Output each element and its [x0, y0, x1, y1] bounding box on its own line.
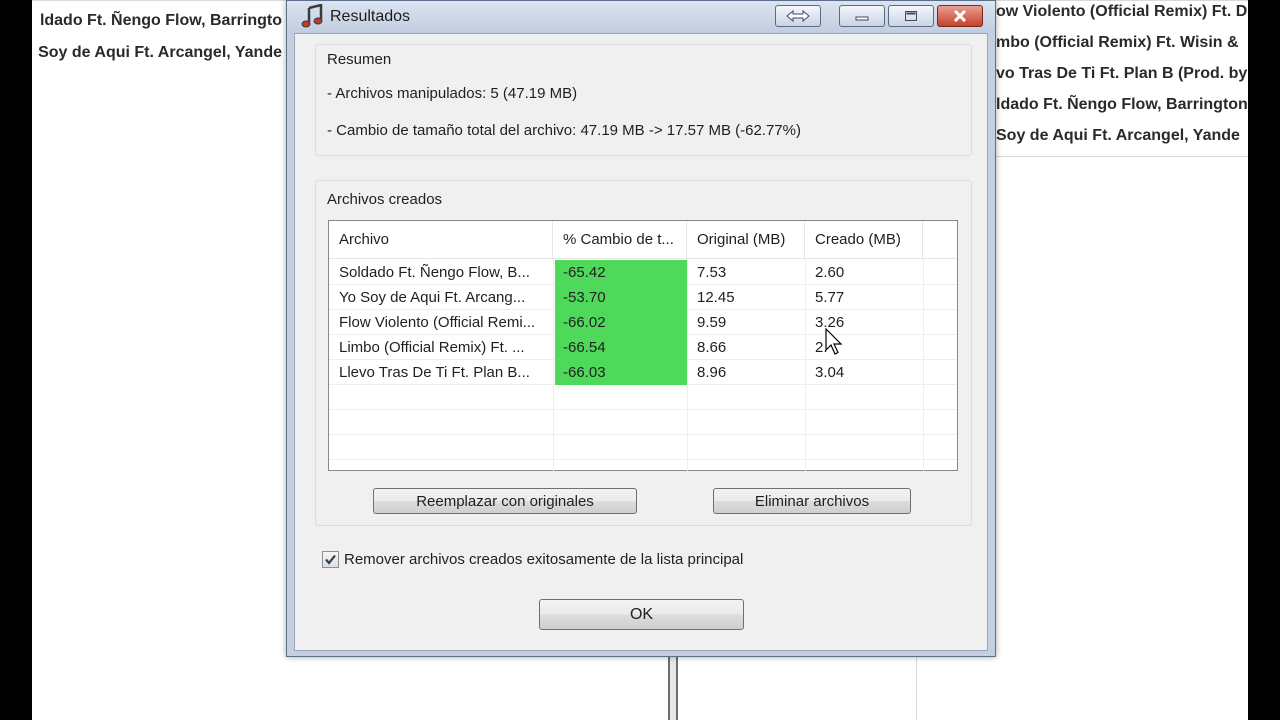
ok-button[interactable]: OK [539, 599, 744, 630]
mouse-cursor-icon [825, 328, 843, 355]
background-list-area [288, 656, 994, 720]
change-cell: -66.54 [555, 335, 687, 360]
column-header-created[interactable]: Creado (MB) [805, 221, 923, 259]
list-header: Archivo % Cambio de t... Original (MB) C… [329, 221, 957, 259]
resize-icon [786, 10, 810, 22]
background-list-item[interactable]: Soy de Aqui Ft. Arcangel, Yande [38, 44, 282, 62]
change-cell: -66.02 [555, 310, 687, 335]
change-cell: -65.42 [555, 260, 687, 285]
minimize-button[interactable] [839, 5, 885, 27]
file-name-cell: Yo Soy de Aqui Ft. Arcang... [339, 289, 526, 306]
created-size-cell: 2.60 [815, 264, 845, 281]
created-size-cell: 2. [815, 339, 828, 356]
close-icon [953, 10, 967, 22]
background-list-left: ldado Ft. Ñengo Flow, Barringto Soy de A… [32, 0, 288, 720]
table-row[interactable]: Limbo (Official Remix) Ft. ... -66.54 8.… [329, 335, 957, 360]
background-list-item[interactable]: ldado Ft. Ñengo Flow, Barringto [40, 12, 282, 30]
left-letterbox [0, 0, 32, 720]
background-splitter[interactable] [668, 656, 678, 720]
delete-files-button[interactable]: Eliminar archivos [713, 488, 911, 514]
maximize-button[interactable] [888, 5, 934, 27]
minimize-icon [855, 16, 869, 21]
title-bar[interactable]: Resultados [287, 1, 995, 33]
size-change-text: - Cambio de tamaño total del archivo: 47… [327, 122, 801, 139]
right-letterbox [1248, 0, 1280, 720]
remove-created-label[interactable]: Remover archivos creados exitosamente de… [344, 551, 743, 568]
close-button[interactable] [937, 5, 983, 27]
table-row[interactable]: Soldado Ft. Ñengo Flow, B... -65.42 7.53… [329, 260, 957, 285]
original-size-cell: 9.59 [697, 314, 727, 331]
files-handled-text: - Archivos manipulados: 5 (47.19 MB) [327, 85, 578, 102]
file-name-cell: Soldado Ft. Ñengo Flow, B... [339, 264, 530, 281]
background-list-item[interactable]: Soy de Aqui Ft. Arcangel, Yande [996, 127, 1240, 145]
window-title: Resultados [330, 8, 411, 25]
table-row[interactable]: Llevo Tras De Ti Ft. Plan B... -66.03 8.… [329, 360, 957, 385]
change-cell: -53.70 [555, 285, 687, 310]
music-note-icon [301, 4, 323, 28]
column-header-original[interactable]: Original (MB) [687, 221, 805, 259]
dialog-client-area: Resumen - Archivos manipulados: 5 (47.19… [294, 33, 988, 651]
resize-button[interactable] [775, 5, 821, 27]
replace-with-originals-button[interactable]: Reemplazar con originales [373, 488, 637, 514]
summary-title: Resumen [327, 51, 392, 68]
file-name-cell: Flow Violento (Official Remi... [339, 314, 536, 331]
created-size-cell: 5.77 [815, 289, 845, 306]
file-name-cell: Limbo (Official Remix) Ft. ... [339, 339, 525, 356]
original-size-cell: 12.45 [697, 289, 735, 306]
original-size-cell: 8.66 [697, 339, 727, 356]
summary-group: Resumen - Archivos manipulados: 5 (47.19… [315, 44, 972, 156]
maximize-icon [905, 11, 917, 21]
change-cell: -66.03 [555, 360, 687, 385]
background-list-right: ow Violento (Official Remix) Ft. D mbo (… [994, 0, 1248, 720]
remove-created-checkbox[interactable] [322, 551, 339, 568]
column-header-change[interactable]: % Cambio de t... [553, 221, 687, 259]
background-list-item[interactable]: ow Violento (Official Remix) Ft. D [996, 3, 1247, 21]
created-size-cell: 3.04 [815, 364, 845, 381]
created-size-cell: 3.26 [815, 314, 845, 331]
original-size-cell: 7.53 [697, 264, 727, 281]
table-row[interactable]: Yo Soy de Aqui Ft. Arcang... -53.70 12.4… [329, 285, 957, 310]
table-row[interactable]: Flow Violento (Official Remi... -66.02 9… [329, 310, 957, 335]
background-list-item[interactable]: mbo (Official Remix) Ft. Wisin & [996, 34, 1239, 52]
checkmark-icon [325, 554, 336, 565]
original-size-cell: 8.96 [697, 364, 727, 381]
created-files-title: Archivos creados [327, 191, 443, 208]
column-header-file[interactable]: Archivo [329, 221, 553, 259]
background-list-item[interactable]: ldado Ft. Ñengo Flow, Barrington [996, 96, 1248, 114]
created-files-list[interactable]: Archivo % Cambio de t... Original (MB) C… [328, 220, 958, 471]
results-dialog: Resultados Resumen - Archivos manipulado… [286, 0, 996, 657]
file-name-cell: Llevo Tras De Ti Ft. Plan B... [339, 364, 530, 381]
background-list-item[interactable]: vo Tras De Ti Ft. Plan B (Prod. by [996, 65, 1247, 83]
